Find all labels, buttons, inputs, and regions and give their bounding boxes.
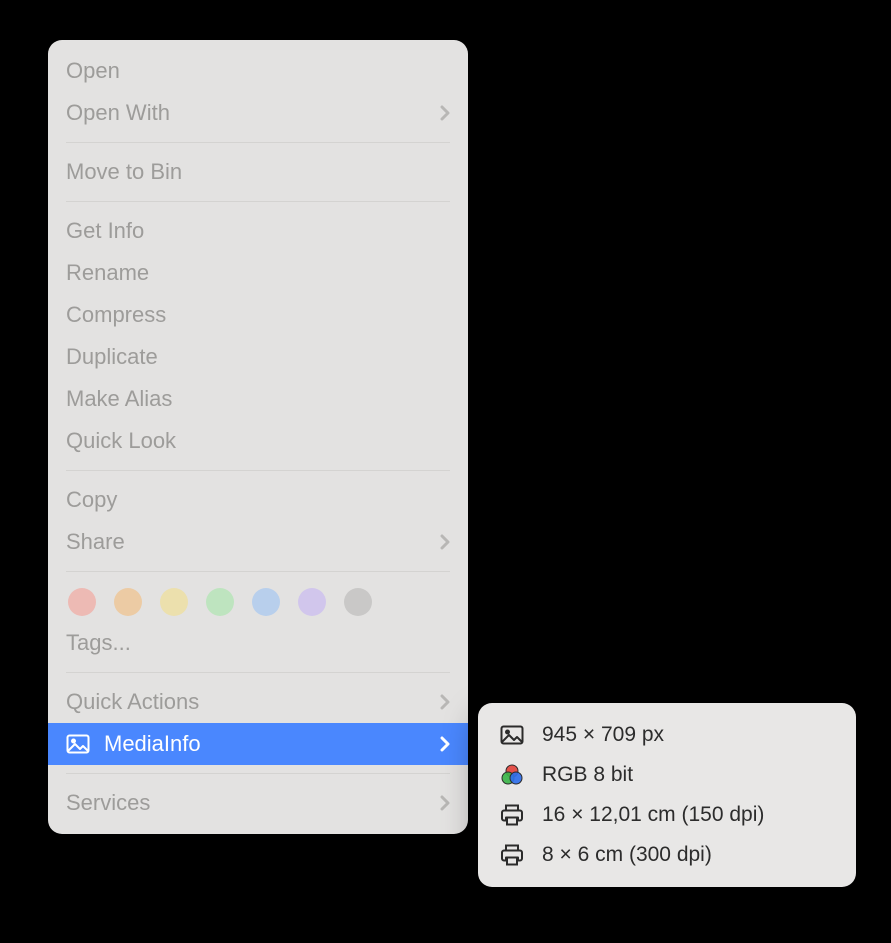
divider bbox=[66, 142, 450, 143]
menu-item-mediainfo[interactable]: MediaInfo bbox=[48, 723, 468, 765]
menu-label: Copy bbox=[66, 487, 450, 513]
divider bbox=[66, 201, 450, 202]
image-icon bbox=[498, 723, 526, 747]
menu-label: MediaInfo bbox=[104, 731, 436, 757]
rgb-icon bbox=[498, 763, 526, 787]
menu-label: Quick Actions bbox=[66, 689, 436, 715]
chevron-right-icon bbox=[436, 734, 450, 754]
menu-item-copy[interactable]: Copy bbox=[48, 479, 468, 521]
menu-item-quick-look[interactable]: Quick Look bbox=[48, 420, 468, 462]
menu-label: Share bbox=[66, 529, 436, 555]
menu-label: Duplicate bbox=[66, 344, 450, 370]
menu-label: Make Alias bbox=[66, 386, 450, 412]
menu-item-tags[interactable]: Tags... bbox=[48, 622, 468, 664]
menu-label: Open bbox=[66, 58, 450, 84]
info-value: 945 × 709 px bbox=[542, 723, 836, 747]
menu-item-compress[interactable]: Compress bbox=[48, 294, 468, 336]
image-icon bbox=[66, 732, 90, 756]
menu-item-services[interactable]: Services bbox=[48, 782, 468, 824]
tag-dot-orange[interactable] bbox=[114, 588, 142, 616]
menu-item-share[interactable]: Share bbox=[48, 521, 468, 563]
menu-item-rename[interactable]: Rename bbox=[48, 252, 468, 294]
info-row-print-300[interactable]: 8 × 6 cm (300 dpi) bbox=[478, 835, 856, 875]
divider bbox=[66, 571, 450, 572]
chevron-right-icon bbox=[436, 692, 450, 712]
chevron-right-icon bbox=[436, 103, 450, 123]
divider bbox=[66, 672, 450, 673]
tag-dot-blue[interactable] bbox=[252, 588, 280, 616]
chevron-right-icon bbox=[436, 793, 450, 813]
info-row-print-150[interactable]: 16 × 12,01 cm (150 dpi) bbox=[478, 795, 856, 835]
printer-icon bbox=[498, 803, 526, 827]
info-value: RGB 8 bit bbox=[542, 763, 836, 787]
divider bbox=[66, 773, 450, 774]
menu-item-make-alias[interactable]: Make Alias bbox=[48, 378, 468, 420]
menu-item-quick-actions[interactable]: Quick Actions bbox=[48, 681, 468, 723]
divider bbox=[66, 470, 450, 471]
context-menu: Open Open With Move to Bin Get Info Rena… bbox=[48, 40, 468, 834]
menu-label: Compress bbox=[66, 302, 450, 328]
tag-dot-red[interactable] bbox=[68, 588, 96, 616]
menu-label: Open With bbox=[66, 100, 436, 126]
menu-label: Rename bbox=[66, 260, 450, 286]
mediainfo-submenu: 945 × 709 px RGB 8 bit 16 × 12,01 cm (15… bbox=[478, 703, 856, 887]
info-row-color[interactable]: RGB 8 bit bbox=[478, 755, 856, 795]
tag-dot-gray[interactable] bbox=[344, 588, 372, 616]
info-value: 8 × 6 cm (300 dpi) bbox=[542, 843, 836, 867]
menu-label: Services bbox=[66, 790, 436, 816]
menu-label: Tags... bbox=[66, 630, 450, 656]
menu-label: Quick Look bbox=[66, 428, 450, 454]
tag-dot-yellow[interactable] bbox=[160, 588, 188, 616]
menu-label: Get Info bbox=[66, 218, 450, 244]
tag-color-row bbox=[48, 580, 468, 622]
menu-label: Move to Bin bbox=[66, 159, 450, 185]
tag-dot-purple[interactable] bbox=[298, 588, 326, 616]
info-row-resolution[interactable]: 945 × 709 px bbox=[478, 715, 856, 755]
menu-item-move-to-bin[interactable]: Move to Bin bbox=[48, 151, 468, 193]
chevron-right-icon bbox=[436, 532, 450, 552]
menu-item-open[interactable]: Open bbox=[48, 50, 468, 92]
info-value: 16 × 12,01 cm (150 dpi) bbox=[542, 803, 836, 827]
tag-dot-green[interactable] bbox=[206, 588, 234, 616]
menu-item-duplicate[interactable]: Duplicate bbox=[48, 336, 468, 378]
menu-item-open-with[interactable]: Open With bbox=[48, 92, 468, 134]
printer-icon bbox=[498, 843, 526, 867]
menu-item-get-info[interactable]: Get Info bbox=[48, 210, 468, 252]
